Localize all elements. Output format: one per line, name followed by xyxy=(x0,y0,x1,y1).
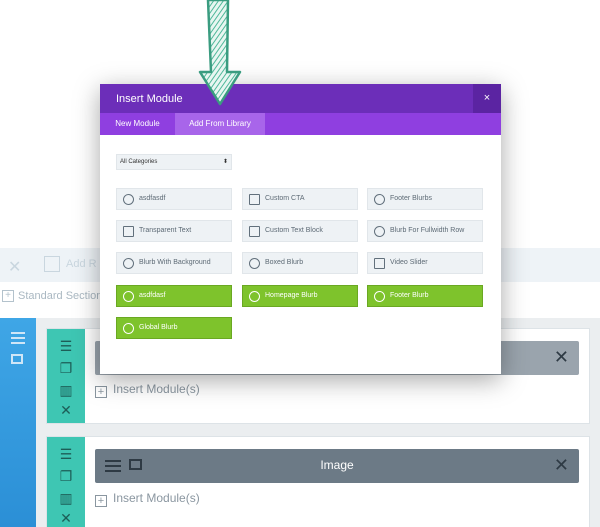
speech-bubble-icon xyxy=(123,323,134,334)
category-select[interactable]: All Categories ⬍ xyxy=(116,154,232,170)
module-item-label: Global Blurb xyxy=(139,324,178,331)
module-item-label: Footer Blurb xyxy=(390,292,429,299)
image-module-bar[interactable]: Image ✕ xyxy=(95,449,579,483)
module-item-label: Custom CTA xyxy=(265,195,305,202)
close-icon[interactable]: ✕ xyxy=(554,456,569,474)
close-icon[interactable]: ✕ xyxy=(58,511,74,525)
speech-bubble-icon xyxy=(123,194,134,205)
row-block: ☰ ❐ ▥ ✕ Image ✕ + Insert Module(s) xyxy=(36,426,600,527)
module-item[interactable]: Blurb For Fullwidth Row xyxy=(367,220,483,242)
module-item-label: Boxed Blurb xyxy=(265,259,304,266)
module-item[interactable]: Homepage Blurb xyxy=(242,285,358,307)
module-item-label: Video Slider xyxy=(390,259,428,266)
camera-icon xyxy=(374,258,385,269)
add-row-label: Add R xyxy=(66,258,97,270)
module-item[interactable]: Footer Blurbs xyxy=(367,188,483,210)
close-icon[interactable]: ✕ xyxy=(58,403,74,417)
speech-bubble-icon xyxy=(374,194,385,205)
module-item[interactable]: Footer Blurb xyxy=(367,285,483,307)
row-toolbar: ☰ ❐ ▥ ✕ xyxy=(47,329,85,423)
duplicate-icon[interactable]: ❐ xyxy=(58,469,74,483)
columns-icon[interactable]: ▥ xyxy=(58,383,74,397)
module-item-label: Blurb For Fullwidth Row xyxy=(390,227,465,234)
close-icon: ✕ xyxy=(8,259,22,276)
module-item-label: Transparent Text xyxy=(139,227,192,234)
module-title: Image xyxy=(320,458,354,472)
select-arrow-icon: ⬍ xyxy=(222,159,228,165)
hamburger-icon[interactable]: ☰ xyxy=(58,339,74,353)
speech-bubble-icon xyxy=(374,226,385,237)
text-block-icon xyxy=(123,226,134,237)
insert-module-label: Insert Module(s) xyxy=(113,382,200,396)
close-button[interactable]: × xyxy=(473,84,501,113)
insert-module-link[interactable]: + Insert Module(s) xyxy=(95,382,200,398)
text-block-icon xyxy=(249,226,260,237)
modal-title: Insert Module xyxy=(116,93,183,105)
speech-bubble-icon xyxy=(249,291,260,302)
duplicate-icon[interactable] xyxy=(11,354,23,364)
row-toolbar: ☰ ❐ ▥ ✕ xyxy=(47,437,85,527)
module-item[interactable]: asdfdasf xyxy=(116,285,232,307)
module-item-label: asdfdasf xyxy=(139,292,166,299)
module-item[interactable]: Boxed Blurb xyxy=(242,252,358,274)
cursor-click-icon xyxy=(249,194,260,205)
module-item[interactable]: Blurb With Background xyxy=(116,252,232,274)
hamburger-icon[interactable]: ☰ xyxy=(58,447,74,461)
section-sidebar xyxy=(0,318,36,527)
speech-bubble-icon xyxy=(123,258,134,269)
module-item-label: Blurb With Background xyxy=(139,259,211,266)
module-item[interactable]: Transparent Text xyxy=(116,220,232,242)
plus-icon: + xyxy=(95,386,107,398)
row-content: ☰ ❐ ▥ ✕ Image ✕ + Insert Module(s) xyxy=(46,436,590,527)
pointer-arrow-icon xyxy=(198,0,242,106)
duplicate-icon[interactable]: ❐ xyxy=(58,361,74,375)
insert-module-link[interactable]: + Insert Module(s) xyxy=(95,491,200,507)
module-item[interactable]: Custom Text Block xyxy=(242,220,358,242)
module-item[interactable]: Custom CTA xyxy=(242,188,358,210)
module-item[interactable]: Video Slider xyxy=(367,252,483,274)
columns-icon[interactable]: ▥ xyxy=(58,491,74,505)
modal-header: Insert Module × xyxy=(100,84,501,113)
tab-new-module[interactable]: New Module xyxy=(100,113,175,135)
module-item-label: Footer Blurbs xyxy=(390,195,433,202)
module-item-label: Custom Text Block xyxy=(265,227,323,234)
plus-icon: + xyxy=(2,290,14,302)
speech-bubble-icon xyxy=(374,291,385,302)
speech-bubble-icon xyxy=(249,258,260,269)
speech-bubble-icon xyxy=(123,291,134,302)
tab-add-from-library[interactable]: Add From Library xyxy=(175,113,265,135)
module-item-label: asdfasdf xyxy=(139,195,166,202)
insert-module-label: Insert Module(s) xyxy=(113,491,200,505)
add-icon xyxy=(44,256,60,272)
plus-icon: + xyxy=(95,495,107,507)
module-item[interactable]: asdfasdf xyxy=(116,188,232,210)
close-icon[interactable]: ✕ xyxy=(554,348,569,366)
standard-section-label: Standard Section xyxy=(18,290,103,302)
module-item[interactable]: Global Blurb xyxy=(116,317,232,339)
hamburger-icon[interactable] xyxy=(11,332,25,334)
insert-module-modal: Insert Module × New Module Add From Libr… xyxy=(100,84,501,374)
module-item-label: Homepage Blurb xyxy=(265,292,318,299)
modal-tabs: New Module Add From Library xyxy=(100,113,501,135)
category-select-value: All Categories xyxy=(120,159,158,165)
